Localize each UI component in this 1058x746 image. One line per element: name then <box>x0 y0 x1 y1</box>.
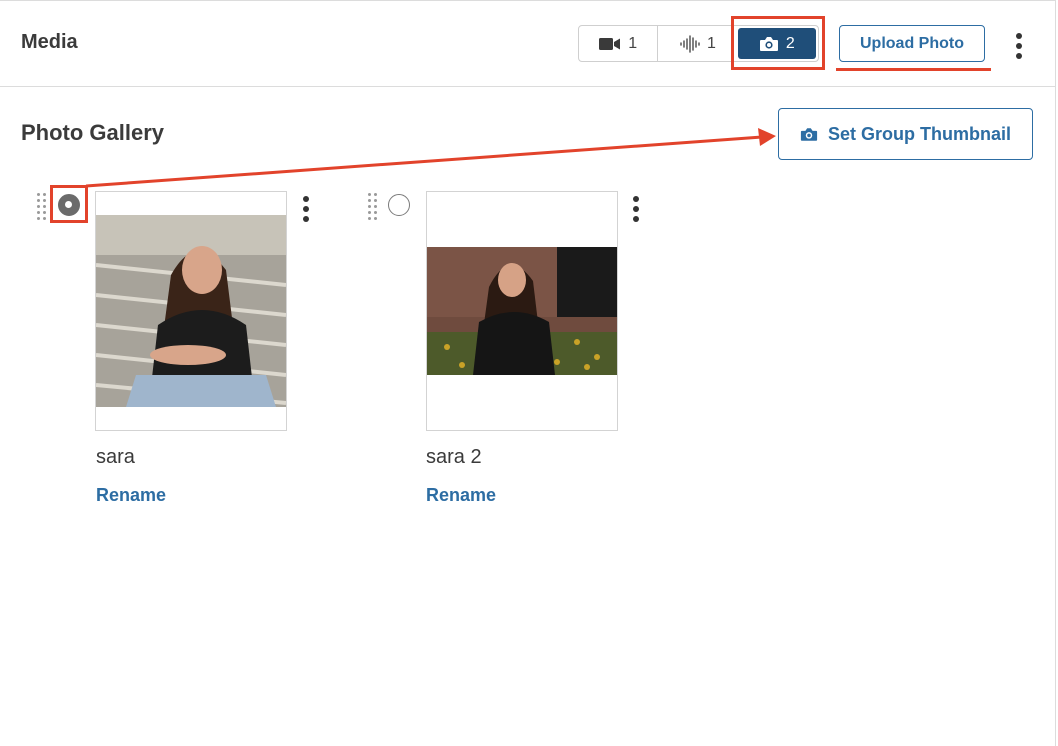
camera-icon <box>800 127 818 141</box>
rename-link[interactable]: Rename <box>96 485 166 506</box>
thumbnail-radio[interactable] <box>58 194 80 216</box>
tab-video[interactable]: 1 <box>579 26 659 61</box>
tab-video-count: 1 <box>628 34 638 52</box>
photo-thumbnail <box>96 215 286 407</box>
drag-handle-icon[interactable] <box>37 193 46 220</box>
thumbnail-radio[interactable] <box>388 194 410 216</box>
tab-photo[interactable]: 2 <box>737 28 817 59</box>
photo-thumbnail <box>427 247 617 375</box>
tab-photo-count: 2 <box>785 34 795 52</box>
page-title: Media <box>21 31 78 53</box>
photo-name: sara 2 <box>426 446 482 468</box>
set-group-thumbnail-button[interactable]: Set Group Thumbnail <box>778 108 1033 160</box>
upload-photo-button[interactable]: Upload Photo <box>839 25 985 62</box>
media-type-tabs: 1 1 2 <box>578 25 819 62</box>
gallery-title: Photo Gallery <box>21 120 165 145</box>
camera-icon <box>759 36 778 51</box>
photo-card[interactable] <box>426 191 618 431</box>
photo-more-icon[interactable] <box>301 196 311 222</box>
upload-button-underline <box>836 68 991 71</box>
photo-name: sara <box>96 446 135 468</box>
photo-more-icon[interactable] <box>631 196 641 222</box>
audio-waveform-icon <box>680 34 700 53</box>
set-group-thumbnail-label: Set Group Thumbnail <box>828 123 1011 144</box>
rename-link[interactable]: Rename <box>426 485 496 506</box>
video-camera-icon <box>599 37 621 50</box>
tab-audio[interactable]: 1 <box>658 26 737 61</box>
tab-audio-count: 1 <box>707 34 716 52</box>
header-more-icon[interactable] <box>1014 33 1024 59</box>
drag-handle-icon[interactable] <box>368 193 377 220</box>
photo-card[interactable] <box>95 191 287 431</box>
